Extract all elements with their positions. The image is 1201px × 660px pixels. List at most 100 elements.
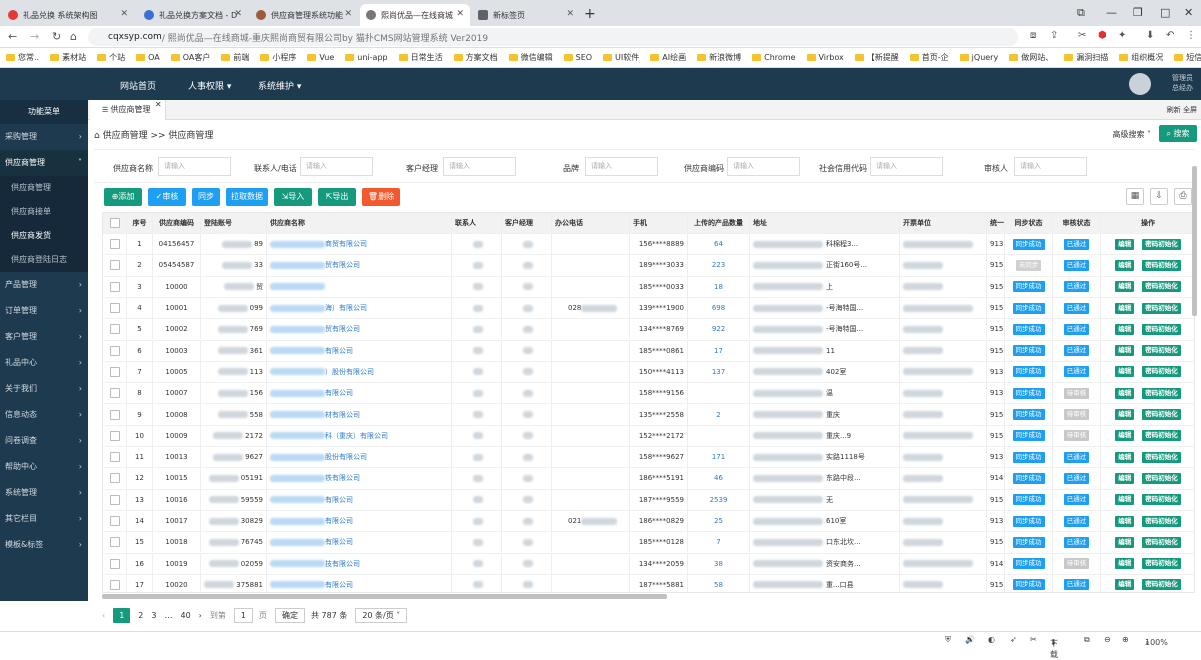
product-count-link[interactable]: 698 (712, 304, 725, 312)
import-button[interactable]: ⇲导入 (274, 188, 312, 206)
supplier-name-link[interactable]: 材有限公司 (325, 410, 360, 420)
row-checkbox[interactable] (109, 558, 120, 569)
zoom-in-icon[interactable]: ⊕ (1122, 635, 1129, 644)
supplier-name-link[interactable]: 海）有限公司 (325, 303, 367, 313)
edit-button[interactable]: 编辑 (1115, 472, 1135, 484)
edit-button[interactable]: 编辑 (1115, 345, 1135, 357)
product-count-link[interactable]: 18 (714, 283, 723, 291)
bookmark-item[interactable]: SEO (563, 53, 592, 62)
column-header[interactable]: 操作 (1101, 213, 1194, 233)
close-window-icon[interactable]: ✕ (1184, 6, 1193, 19)
bookmark-item[interactable]: 组织概况 (1119, 52, 1163, 63)
bookmark-item[interactable]: 方案文档 (453, 52, 498, 63)
supplier-name-link[interactable]: 科（重庆）有限公司 (325, 431, 388, 441)
supplier-name-link[interactable]: 有限公司 (325, 516, 353, 526)
column-header[interactable]: 办公电话 (552, 213, 630, 233)
goto-page-input[interactable]: 1 (233, 607, 253, 623)
column-header[interactable]: 上传的产品数量 (688, 213, 750, 233)
edit-button[interactable]: 编辑 (1115, 366, 1135, 378)
edit-button[interactable]: 编辑 (1115, 558, 1135, 570)
close-tab-icon[interactable]: ✕ (234, 9, 242, 19)
reset-password-button[interactable]: 密码初始化 (1142, 515, 1181, 527)
next-page-icon[interactable]: › (199, 611, 202, 620)
tab-supplier-management[interactable]: ☰ 供应商管理 ✕ (90, 100, 166, 120)
url-input[interactable]: cqxsyp.com / 熙尚优品—在线商城-重庆熙尚商贸有限公司by 猫扑CM… (88, 28, 1018, 46)
sidebar-item[interactable]: 系统管理 › (0, 480, 88, 506)
cut-icon[interactable]: ✂ (1078, 30, 1086, 41)
per-page-select[interactable]: 20 条/页 ˅ (355, 607, 408, 623)
delete-button[interactable]: 🗑删除 (362, 188, 400, 206)
export-button[interactable]: ⇱导出 (318, 188, 356, 206)
add-button[interactable]: ⊕添加 (104, 188, 142, 206)
reset-password-button[interactable]: 密码初始化 (1142, 302, 1181, 314)
download-icon[interactable]: ⬇ (1146, 30, 1154, 41)
column-header[interactable]: 联系人 (452, 213, 502, 233)
row-checkbox[interactable] (109, 516, 120, 527)
sidebar-subitem[interactable]: 供应商登陆日志 (0, 248, 88, 272)
supplier-name-link[interactable]: 有限公司 (325, 346, 353, 356)
reload-icon[interactable]: ↻ (52, 30, 61, 43)
refresh-fullscreen-tools[interactable]: 刷新 全屏 (1167, 105, 1197, 115)
browser-tab-5[interactable]: 新标签页 ✕ (472, 4, 580, 26)
cast-icon[interactable]: ⧈ (1030, 30, 1036, 41)
reset-password-button[interactable]: 密码初始化 (1142, 259, 1181, 271)
row-checkbox[interactable] (109, 303, 120, 314)
row-checkbox[interactable] (109, 494, 120, 505)
browser-tab-3[interactable]: 供应商管理系统功能 ✕ (250, 4, 358, 26)
product-count-link[interactable]: 171 (712, 453, 725, 461)
row-checkbox[interactable] (109, 324, 120, 335)
sidebar-item[interactable]: 关于我们 › (0, 376, 88, 402)
page-1[interactable]: 1 (113, 607, 131, 623)
filter-input[interactable]: 请输入 (585, 157, 658, 176)
bookmark-item[interactable]: 小程序 (260, 52, 296, 63)
product-count-link[interactable]: 7 (716, 538, 720, 546)
goto-confirm-button[interactable]: 确定 (274, 607, 305, 623)
sidebar-item[interactable]: 信息动态 › (0, 402, 88, 428)
supplier-name-link[interactable]: 有限公司 (325, 580, 353, 590)
edit-button[interactable]: 编辑 (1115, 494, 1135, 506)
row-checkbox[interactable] (109, 239, 120, 250)
close-tab-icon[interactable]: ✕ (344, 9, 352, 19)
edit-button[interactable]: 编辑 (1115, 323, 1135, 335)
sidebar-subitem[interactable]: 供应商发货 (0, 224, 88, 248)
column-header[interactable]: 序号 (127, 213, 153, 233)
pages-icon[interactable]: ⧉ (1084, 635, 1090, 645)
avatar[interactable] (1129, 73, 1151, 95)
undo-icon[interactable]: ↶ (1166, 30, 1174, 41)
edit-button[interactable]: 编辑 (1115, 536, 1135, 548)
row-checkbox[interactable] (109, 579, 120, 590)
column-header[interactable]: 手机 (630, 213, 688, 233)
row-checkbox[interactable] (109, 260, 120, 271)
edit-button[interactable]: 编辑 (1115, 409, 1135, 421)
edit-button[interactable]: 编辑 (1115, 281, 1135, 293)
reset-password-button[interactable]: 密码初始化 (1142, 536, 1181, 548)
forward-icon[interactable]: → (30, 30, 39, 43)
export-table-icon[interactable]: ⇩ (1150, 188, 1168, 205)
nav-hr-permissions[interactable]: 人事权限 ▾ (188, 79, 231, 92)
column-header[interactable]: 客户经理 (502, 213, 552, 233)
column-header[interactable]: 供应商编码 (153, 213, 201, 233)
filter-input[interactable]: 请输入 (300, 157, 373, 176)
supplier-name-link[interactable]: 股份有限公司 (325, 452, 367, 462)
columns-icon[interactable]: ▦ (1126, 188, 1144, 205)
minimize-icon[interactable]: — (1106, 6, 1117, 19)
bookmark-item[interactable]: 短信案例 (1174, 52, 1201, 63)
filter-input[interactable]: 请输入 (727, 157, 800, 176)
audit-button[interactable]: ✓审核 (148, 188, 186, 206)
row-checkbox[interactable] (109, 366, 120, 377)
bookmark-item[interactable]: 新浪微博 (697, 52, 741, 63)
share-icon[interactable]: ⇪ (1050, 30, 1058, 41)
page-40[interactable]: 40 (180, 611, 190, 620)
bookmark-item[interactable]: 做网站、 (1009, 52, 1053, 63)
column-header[interactable]: 供应商名称 (267, 213, 452, 233)
row-checkbox[interactable] (109, 345, 120, 356)
page-2[interactable]: 2 (138, 611, 143, 620)
column-header[interactable]: 地址 (750, 213, 900, 233)
theme-icon[interactable]: ◐ (988, 635, 995, 644)
nav-system-maintenance[interactable]: 系统维护 ▾ (258, 79, 301, 92)
sidebar-item[interactable]: 问卷调查 › (0, 428, 88, 454)
sidebar-item[interactable]: 帮助中心 › (0, 454, 88, 480)
product-count-link[interactable]: 17 (714, 347, 723, 355)
select-all-checkbox[interactable] (109, 218, 120, 228)
product-count-link[interactable]: 223 (712, 261, 725, 269)
